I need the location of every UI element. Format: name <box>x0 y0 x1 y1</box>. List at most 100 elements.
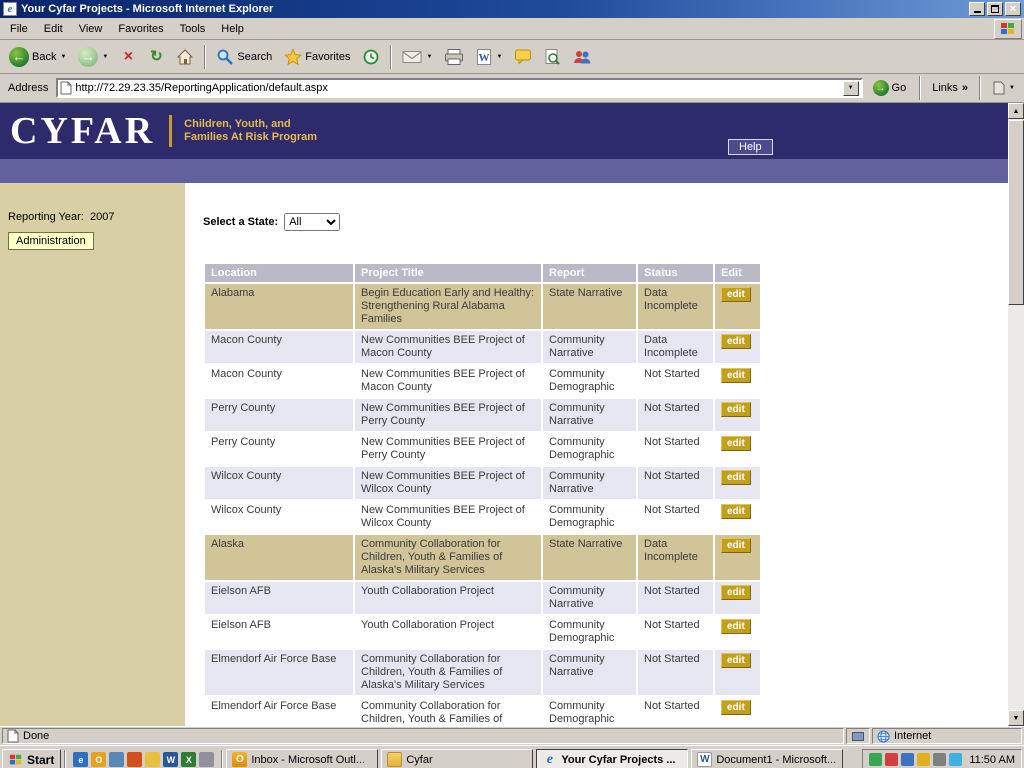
tray-icon[interactable] <box>933 753 946 766</box>
edit-button[interactable]: edit <box>721 436 751 451</box>
cell-location: Eielson AFB <box>205 616 353 648</box>
edit-button[interactable]: edit <box>721 287 751 302</box>
home-icon <box>176 48 194 66</box>
refresh-icon: ↻ <box>148 49 164 65</box>
start-label: Start <box>27 753 54 767</box>
menu-item[interactable]: View <box>71 20 111 38</box>
menu-item[interactable]: Edit <box>36 20 71 38</box>
taskbar-task-button[interactable]: Your Cyfar Projects ... <box>536 749 688 768</box>
table-row: Eielson AFB Youth Collaboration Project … <box>205 582 760 614</box>
close-icon: × <box>1010 4 1016 14</box>
minimize-button[interactable] <box>969 2 985 16</box>
cell-location: Perry County <box>205 399 353 431</box>
cell-edit: edit <box>715 467 760 499</box>
forward-button[interactable]: → ▼ <box>73 44 113 70</box>
table-row: Alabama Begin Education Early and Health… <box>205 284 760 329</box>
messenger-button[interactable] <box>567 46 597 68</box>
svg-text:W: W <box>479 52 490 64</box>
mail-dropdown-icon[interactable]: ▼ <box>426 54 432 60</box>
menu-item[interactable]: Favorites <box>110 20 171 38</box>
forward-dropdown-icon[interactable]: ▼ <box>102 54 108 60</box>
quick-launch-icon[interactable]: e <box>73 752 88 767</box>
edit-button[interactable]: edit <box>721 700 751 715</box>
edit-dropdown-icon[interactable]: ▼ <box>496 54 502 60</box>
scrollbar-thumb[interactable] <box>1008 120 1024 305</box>
edit-button[interactable]: edit <box>721 470 751 485</box>
administration-button[interactable]: Administration <box>8 232 94 250</box>
discuss-button[interactable] <box>509 45 537 68</box>
tray-icon[interactable] <box>917 753 930 766</box>
start-button[interactable]: Start <box>2 749 61 768</box>
mail-button[interactable]: ▼ <box>397 46 437 68</box>
search-icon <box>216 48 234 66</box>
address-separator <box>919 76 921 100</box>
scroll-down-button[interactable]: ▼ <box>1008 710 1024 726</box>
tray-icon[interactable] <box>901 753 914 766</box>
links-extra-button[interactable]: ▼ <box>988 78 1020 98</box>
tray-icon[interactable] <box>869 753 882 766</box>
menu-item[interactable]: Help <box>213 20 252 38</box>
cell-location: Macon County <box>205 365 353 397</box>
toolbar-separator <box>390 45 392 69</box>
cell-edit: edit <box>715 501 760 533</box>
edit-button[interactable]: edit <box>721 538 751 553</box>
edit-button[interactable]: edit <box>721 585 751 600</box>
print-button[interactable] <box>439 45 469 69</box>
cell-location: Wilcox County <box>205 467 353 499</box>
cell-edit: edit <box>715 433 760 465</box>
scroll-up-button[interactable]: ▲ <box>1008 103 1024 119</box>
quick-launch-icon[interactable] <box>199 752 214 767</box>
edit-button[interactable]: edit <box>721 334 751 349</box>
help-button[interactable]: Help <box>728 139 773 155</box>
address-input[interactable] <box>75 82 839 94</box>
tray-icon[interactable] <box>949 753 962 766</box>
close-button[interactable]: × <box>1005 2 1021 16</box>
taskbar-task-button[interactable]: Document1 - Microsoft... <box>691 749 843 768</box>
stop-button[interactable]: × <box>115 46 141 68</box>
menu-item[interactable]: Tools <box>172 20 214 38</box>
cell-project-title: New Communities BEE Project of Macon Cou… <box>355 331 541 363</box>
state-select[interactable]: All <box>284 213 340 231</box>
cell-location: Alabama <box>205 284 353 329</box>
column-header: Edit <box>715 264 760 282</box>
home-button[interactable] <box>171 45 199 69</box>
maximize-icon <box>991 5 999 13</box>
quick-launch-icon[interactable]: W <box>163 752 178 767</box>
back-dropdown-icon[interactable]: ▼ <box>60 54 66 60</box>
edit-button[interactable]: edit <box>721 653 751 668</box>
cell-project-title: Youth Collaboration Project <box>355 616 541 648</box>
address-dropdown-button[interactable]: ▼ <box>843 81 859 96</box>
task-app-icon <box>542 752 557 767</box>
edit-with-word-button[interactable]: W ▼ <box>471 45 507 69</box>
edit-button[interactable]: edit <box>721 368 751 383</box>
search-button[interactable]: Search <box>211 45 277 69</box>
cell-status: Data Incomplete <box>638 535 713 580</box>
vertical-scrollbar[interactable]: ▲ ▼ <box>1008 103 1024 726</box>
favorites-button[interactable]: Favorites <box>279 45 355 69</box>
taskbar-task-button[interactable]: Cyfar <box>381 749 533 768</box>
links-toolbar[interactable]: Links » <box>928 82 972 94</box>
quick-launch-icon[interactable] <box>127 752 142 767</box>
edit-button[interactable]: edit <box>721 619 751 634</box>
cell-project-title: New Communities BEE Project of Perry Cou… <box>355 433 541 465</box>
quick-launch-icon[interactable]: X <box>181 752 196 767</box>
column-header: Project Title <box>355 264 541 282</box>
taskbar-clock: 11:50 AM <box>969 754 1015 766</box>
menu-item[interactable]: File <box>2 20 36 38</box>
tray-icon[interactable] <box>885 753 898 766</box>
links-chevron-icon[interactable]: » <box>962 82 968 94</box>
edit-button[interactable]: edit <box>721 504 751 519</box>
go-button[interactable]: → Go <box>867 79 913 97</box>
links-dropdown-icon[interactable]: ▼ <box>1009 85 1015 91</box>
back-button[interactable]: ← Back ▼ <box>4 44 71 70</box>
quick-launch-icon[interactable] <box>145 752 160 767</box>
refresh-button[interactable]: ↻ <box>143 46 169 68</box>
taskbar-task-button[interactable]: Inbox - Microsoft Outl... <box>226 749 378 768</box>
mail-icon <box>402 49 422 65</box>
edit-button[interactable]: edit <box>721 402 751 417</box>
history-button[interactable] <box>357 45 385 69</box>
quick-launch-icon[interactable]: O <box>91 752 106 767</box>
research-button[interactable] <box>539 45 565 69</box>
maximize-button[interactable] <box>987 2 1003 16</box>
quick-launch-icon[interactable] <box>109 752 124 767</box>
